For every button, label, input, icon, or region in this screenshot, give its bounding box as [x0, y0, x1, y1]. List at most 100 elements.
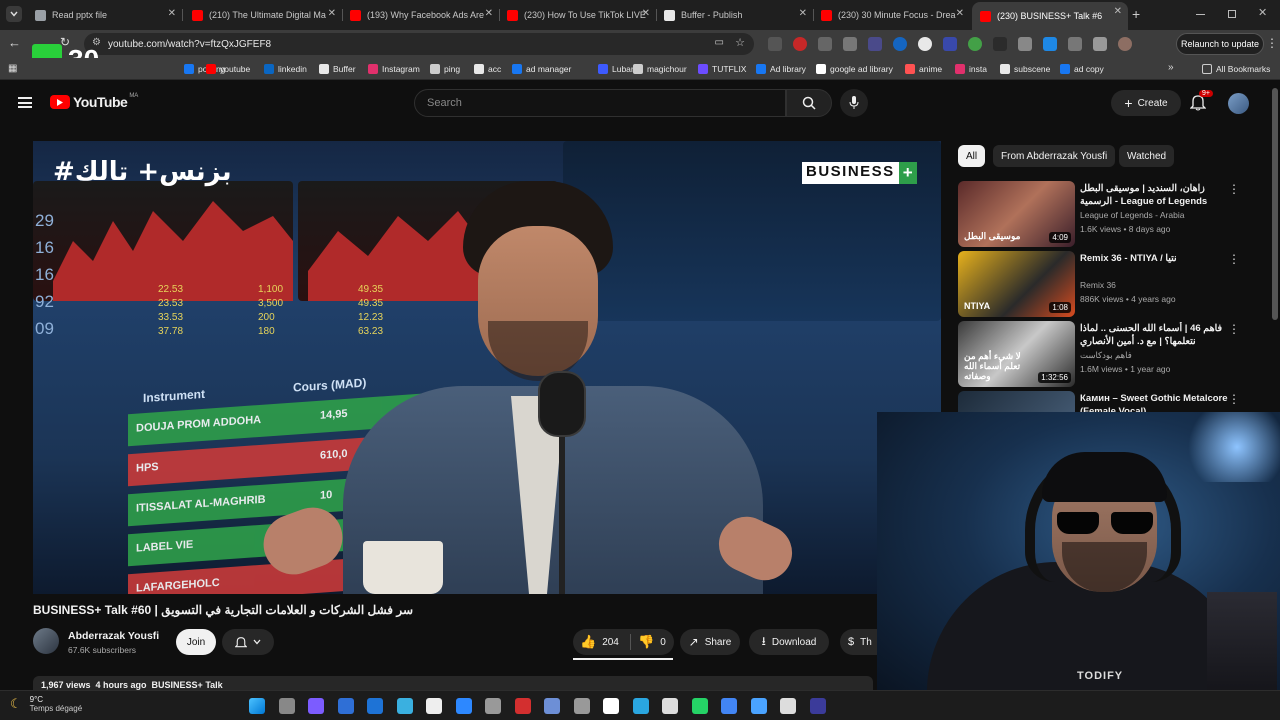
- close-tab-icon[interactable]: ✕: [642, 8, 650, 19]
- more-actions-icon[interactable]: ⋮: [1228, 252, 1240, 266]
- weather-widget[interactable]: ☾ 9°C Temps dégagé: [10, 695, 82, 713]
- taskbar-app-icon[interactable]: [455, 698, 472, 714]
- bookmark-star-icon[interactable]: ☆: [735, 36, 745, 49]
- bookmark-item[interactable]: Buffer: [319, 62, 356, 76]
- recommendation-title[interactable]: Remix 36 - NTIYA / نتيا: [1080, 252, 1230, 265]
- extension-icon[interactable]: [943, 37, 957, 51]
- minimize-icon[interactable]: [1196, 14, 1205, 15]
- download-button[interactable]: ⭳ Download: [749, 629, 829, 655]
- bookmark-item[interactable]: ping: [430, 62, 460, 76]
- bookmark-item[interactable]: magichour: [633, 62, 687, 76]
- taskbar-app-icon[interactable]: [662, 698, 678, 714]
- taskbar-app-icon[interactable]: [780, 698, 796, 714]
- bookmark-item[interactable]: Ad library: [756, 62, 806, 76]
- more-bookmarks-icon[interactable]: »: [1168, 62, 1174, 73]
- more-actions-icon[interactable]: ⋮: [1228, 182, 1240, 196]
- taskbar-app-icon[interactable]: [514, 698, 531, 714]
- browser-tab[interactable]: (230) 30 Minute Focus - Drea ✕: [813, 4, 970, 26]
- profile-avatar-icon[interactable]: [1118, 37, 1132, 51]
- filter-chip-watched[interactable]: Watched: [1119, 145, 1175, 167]
- taskbar-app-icon[interactable]: [337, 698, 354, 714]
- close-tab-icon[interactable]: ✕: [328, 8, 336, 19]
- browser-tab[interactable]: (230) How To Use TikTok LIVE ✕: [499, 4, 656, 26]
- voice-search-button[interactable]: [840, 89, 868, 117]
- windows-start-icon[interactable]: [249, 698, 265, 714]
- description-box[interactable]: 1,967 views 4 hours ago BUSINESS+ Talk: [33, 676, 873, 690]
- address-bar[interactable]: ⚙ youtube.com/watch?v=ftzQxJGFEF8 ▭ ☆: [84, 33, 754, 55]
- channel-avatar[interactable]: [33, 628, 59, 654]
- extension-icon[interactable]: [818, 37, 832, 51]
- cast-icon[interactable]: ▭: [715, 37, 724, 48]
- relaunch-to-update-button[interactable]: Relaunch to update: [1176, 33, 1264, 55]
- taskbar-app-icon[interactable]: [573, 698, 590, 714]
- hamburger-menu-icon[interactable]: [18, 97, 32, 108]
- recommendation-title[interactable]: فاهم 46 | أسماء الله الحسنى .. لماذا نتع…: [1080, 322, 1230, 348]
- recommendation-thumbnail[interactable]: موسيقى البطل 4:09: [958, 181, 1075, 247]
- bookmark-item[interactable]: ad manager: [512, 62, 571, 76]
- account-avatar[interactable]: [1228, 93, 1249, 114]
- join-button[interactable]: Join: [176, 629, 216, 655]
- bookmark-item[interactable]: google ad library: [816, 62, 893, 76]
- bookmark-item[interactable]: Luban: [598, 62, 636, 76]
- like-button[interactable]: 👍 204: [580, 634, 619, 650]
- extensions-puzzle-icon[interactable]: [1068, 37, 1082, 51]
- extension-icon[interactable]: [993, 37, 1007, 51]
- extension-icon[interactable]: [968, 37, 982, 51]
- taskbar-app-icon[interactable]: [632, 698, 649, 714]
- extension-icon[interactable]: [893, 37, 907, 51]
- filter-chip-all[interactable]: All: [958, 145, 986, 167]
- new-tab-button[interactable]: +: [1132, 6, 1140, 22]
- bookmark-item[interactable]: subscene: [1000, 62, 1050, 76]
- extension-icon[interactable]: [1018, 37, 1032, 51]
- recommendation-thumbnail[interactable]: NTIYA 1:08: [958, 251, 1075, 317]
- taskbar-app-icon[interactable]: [603, 698, 619, 714]
- recommendation-channel[interactable]: Remix 36: [1080, 280, 1116, 290]
- close-tab-icon[interactable]: ✕: [485, 8, 493, 19]
- bookmark-item[interactable]: Instagram: [368, 62, 420, 76]
- extension-icon[interactable]: [868, 37, 882, 51]
- create-button[interactable]: + Create: [1111, 90, 1181, 116]
- all-bookmarks-folder[interactable]: All Bookmarks: [1202, 62, 1270, 76]
- extension-icon[interactable]: [843, 37, 857, 51]
- close-window-icon[interactable]: ✕: [1258, 6, 1267, 19]
- close-tab-icon[interactable]: ✕: [168, 8, 176, 19]
- notifications-button[interactable]: 9+: [1189, 90, 1213, 116]
- taskbar-app-icon[interactable]: [367, 698, 383, 714]
- browser-tab[interactable]: (210) The Ultimate Digital Ma ✕: [184, 4, 342, 26]
- more-actions-icon[interactable]: ⋮: [1228, 392, 1240, 406]
- recommendation-channel[interactable]: League of Legends - Arabia: [1080, 210, 1184, 220]
- taskbar-app-icon[interactable]: [278, 698, 295, 714]
- maximize-icon[interactable]: [1228, 10, 1236, 18]
- subscribe-notification-button[interactable]: [222, 629, 274, 655]
- bookmark-item[interactable]: linkedin: [264, 62, 307, 76]
- recommendation-title[interactable]: زاهان، السندید | موسیقی البطل الرسمية - …: [1080, 182, 1230, 208]
- browser-tab[interactable]: Read pptx file ✕: [27, 4, 182, 26]
- channel-name[interactable]: Abderrazak Yousfi: [68, 630, 159, 642]
- taskbar-app-icon[interactable]: [809, 698, 826, 714]
- share-button[interactable]: ↗ Share: [680, 629, 740, 655]
- tab-search-button[interactable]: [6, 6, 22, 22]
- search-input[interactable]: Search: [414, 89, 786, 117]
- bookmark-item[interactable]: youtube: [206, 62, 250, 76]
- bookmark-item[interactable]: acc: [474, 62, 501, 76]
- dislike-button[interactable]: 👎 0: [638, 634, 666, 650]
- taskbar-app-icon[interactable]: [485, 698, 501, 714]
- youtube-logo[interactable]: YouTube MA: [50, 93, 138, 110]
- taskbar-app-icon[interactable]: [750, 698, 767, 714]
- back-arrow-icon[interactable]: ←: [8, 35, 21, 50]
- reading-list-icon[interactable]: [1093, 37, 1107, 51]
- taskbar-app-icon[interactable]: [396, 698, 413, 714]
- taskbar-app-icon[interactable]: [308, 698, 324, 714]
- extension-icon[interactable]: [793, 37, 807, 51]
- taskbar-app-icon[interactable]: [426, 698, 442, 714]
- apps-grid-icon[interactable]: ▦: [8, 63, 17, 74]
- close-tab-icon[interactable]: ✕: [799, 8, 807, 19]
- extension-icon[interactable]: [1043, 37, 1057, 51]
- more-actions-icon[interactable]: ⋮: [1228, 322, 1240, 336]
- browser-tab[interactable]: Buffer - Publish ✕: [656, 4, 813, 26]
- search-button[interactable]: [786, 89, 832, 117]
- extension-icon[interactable]: [918, 37, 932, 51]
- page-scrollbar[interactable]: [1272, 88, 1278, 320]
- browser-tab[interactable]: (193) Why Facebook Ads Are ✕: [342, 4, 499, 26]
- recommendation-channel[interactable]: فاهم بودكاست: [1080, 350, 1132, 361]
